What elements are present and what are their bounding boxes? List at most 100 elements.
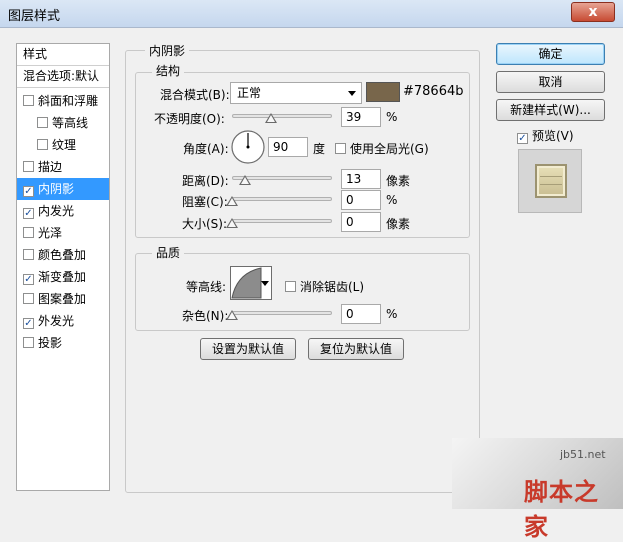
opacity-unit: % [386, 110, 398, 124]
noise-slider-thumb[interactable] [226, 310, 238, 320]
distance-input[interactable]: 13 [341, 169, 381, 189]
blend-mode-value: 正常 [237, 86, 262, 100]
size-unit: 像素 [386, 217, 411, 231]
style-item[interactable]: 光泽 [17, 222, 109, 244]
global-light-label: 使用全局光(G) [350, 142, 429, 156]
opacity-slider[interactable] [232, 114, 332, 118]
style-item[interactable]: ✓ 外发光 [17, 310, 109, 332]
size-input[interactable]: 0 [341, 212, 381, 232]
opacity-input[interactable]: 39 [341, 107, 381, 127]
size-slider[interactable] [232, 219, 332, 223]
style-item-checkbox[interactable] [37, 139, 48, 150]
contour-picker[interactable] [230, 266, 272, 300]
style-item-checkbox[interactable] [23, 161, 34, 172]
style-item[interactable]: 图案叠加 [17, 288, 109, 310]
style-item[interactable]: 斜面和浮雕 [17, 90, 109, 112]
style-item-checkbox[interactable]: ✓ [23, 208, 34, 219]
styles-header[interactable]: 样式 [17, 44, 109, 66]
style-item-label: 内阴影 [38, 182, 75, 196]
reset-default-button[interactable]: 复位为默认值 [308, 338, 404, 360]
angle-label: 角度(A): [183, 142, 229, 156]
style-item-label: 内发光 [38, 204, 75, 218]
style-item-label: 颜色叠加 [38, 248, 87, 262]
title-bar [0, 0, 623, 28]
noise-input[interactable]: 0 [341, 304, 381, 324]
close-button[interactable]: x [571, 2, 615, 22]
style-item-checkbox[interactable]: ✓ [23, 318, 34, 329]
watermark-site: jb51.net [560, 448, 606, 461]
anti-alias-checkbox[interactable]: 消除锯齿(L) [285, 278, 364, 295]
quality-title: 品质 [152, 244, 185, 261]
contour-curve-icon [231, 267, 262, 299]
ok-button[interactable]: 确定 [496, 43, 605, 65]
angle-dial[interactable] [230, 129, 266, 165]
style-item[interactable]: 纹理 [17, 134, 109, 156]
style-item-checkbox[interactable] [23, 337, 34, 348]
angle-dial-icon [231, 130, 265, 164]
opacity-label: 不透明度(O): [154, 112, 225, 126]
noise-unit: % [386, 307, 398, 321]
style-item[interactable]: ✓ 内发光 [17, 200, 109, 222]
style-item-checkbox[interactable] [37, 117, 48, 128]
contour-label: 等高线: [186, 280, 227, 294]
distance-slider-thumb[interactable] [239, 175, 252, 185]
shadow-color-swatch[interactable] [366, 82, 400, 102]
style-item[interactable]: 等高线 [17, 112, 109, 134]
preview-checkbox[interactable]: ✓ 预览(V) [517, 127, 574, 144]
style-item-checkbox[interactable] [23, 293, 34, 304]
preview-swatch [535, 164, 567, 198]
style-item-checkbox[interactable]: ✓ [23, 274, 34, 285]
style-item-label: 图案叠加 [38, 292, 87, 306]
shadow-color-hex: #78664b [403, 84, 464, 99]
anti-alias-label: 消除锯齿(L) [300, 280, 365, 294]
choke-input[interactable]: 0 [341, 190, 381, 210]
style-item-checkbox[interactable] [23, 249, 34, 260]
distance-label: 距离(D): [182, 174, 229, 188]
style-item-checkbox[interactable]: ✓ [23, 186, 34, 197]
global-light-check [335, 143, 346, 154]
chevron-down-icon [348, 91, 356, 96]
style-item[interactable]: ✓ 渐变叠加 [17, 266, 109, 288]
style-item[interactable]: 颜色叠加 [17, 244, 109, 266]
make-default-button[interactable]: 设置为默认值 [200, 338, 296, 360]
contour-chevron-down-icon [261, 281, 269, 286]
size-slider-thumb[interactable] [226, 218, 238, 228]
style-item[interactable]: ✓ 内阴影 [17, 178, 109, 200]
blending-options-item[interactable]: 混合选项:默认 [17, 66, 109, 88]
style-item-label: 斜面和浮雕 [38, 94, 99, 108]
style-item-label: 描边 [38, 160, 63, 174]
style-item-label: 外发光 [38, 314, 75, 328]
structure-title: 结构 [152, 62, 185, 79]
size-label: 大小(S): [182, 217, 228, 231]
style-item[interactable]: 描边 [17, 156, 109, 178]
blend-mode-select[interactable]: 正常 [230, 82, 362, 104]
style-item-checkbox[interactable] [23, 95, 34, 106]
blend-mode-label: 混合模式(B): [160, 88, 230, 102]
cancel-button[interactable]: 取消 [496, 71, 605, 93]
style-item-checkbox[interactable] [23, 227, 34, 238]
style-item-label: 投影 [38, 336, 63, 350]
opacity-slider-thumb[interactable] [265, 113, 277, 123]
choke-slider-thumb[interactable] [226, 196, 238, 206]
style-item-label: 渐变叠加 [38, 270, 87, 284]
noise-slider[interactable] [232, 311, 332, 315]
global-light-checkbox[interactable]: 使用全局光(G) [335, 140, 429, 157]
distance-unit: 像素 [386, 174, 411, 188]
choke-slider[interactable] [232, 197, 332, 201]
preview-check: ✓ [517, 133, 528, 144]
style-preview-thumbnail [518, 149, 582, 213]
noise-label: 杂色(N): [182, 309, 229, 323]
style-item[interactable]: 投影 [17, 332, 109, 354]
choke-unit: % [386, 193, 398, 207]
new-style-button[interactable]: 新建样式(W)... [496, 99, 605, 121]
styles-list: 样式 混合选项:默认 斜面和浮雕等高线纹理描边 ✓ 内阴影 ✓ 内发光光泽颜色叠加 ✓ 渐变… [16, 43, 110, 491]
angle-input[interactable]: 90 [268, 137, 308, 157]
anti-alias-check [285, 281, 296, 292]
preview-line [540, 184, 562, 185]
inner-shadow-title: 内阴影 [145, 42, 190, 59]
style-item-label: 等高线 [52, 116, 89, 130]
choke-label: 阻塞(C): [182, 195, 228, 209]
style-item-label: 光泽 [38, 226, 63, 240]
window-title: 图层样式 [8, 9, 61, 24]
watermark-brand: 脚本之家 [524, 477, 599, 541]
